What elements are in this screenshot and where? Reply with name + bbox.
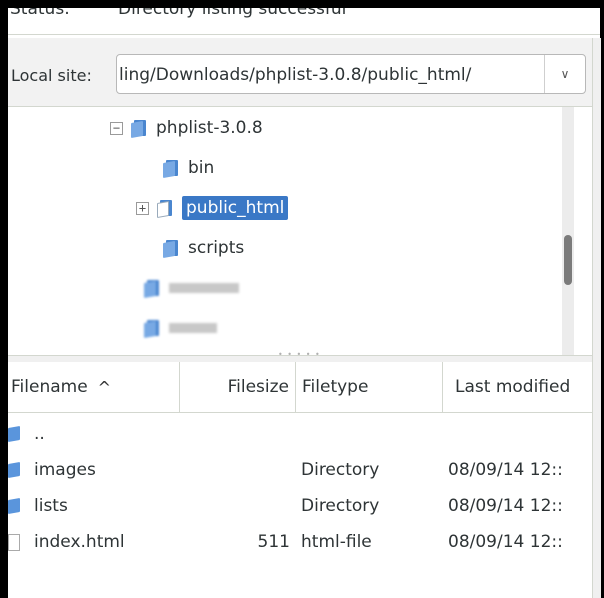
file-icon (8, 533, 20, 551)
message-log: Status: Directory listing successful • •… (8, 8, 600, 35)
tree-item-redacted[interactable] (144, 273, 239, 303)
tree-scrollbar[interactable] (562, 107, 574, 355)
folder-icon (163, 239, 178, 259)
filename-cell: .. (8, 416, 180, 452)
redacted-label (169, 323, 217, 333)
column-label: Filesize (227, 377, 289, 397)
filename-text: .. (34, 424, 45, 444)
folder-icon (8, 461, 20, 479)
status-text: Directory listing successful (118, 8, 347, 19)
modified-cell: 08/09/14 12:: (448, 496, 563, 516)
table-row[interactable]: lists Directory 08/09/14 12:: (8, 488, 592, 524)
folder-open-icon (157, 199, 172, 219)
status-label: Status: (10, 8, 70, 19)
folder-icon (8, 497, 20, 515)
column-header-filetype[interactable]: Filetype (296, 362, 443, 412)
table-row[interactable]: index.html 511 html-file 08/09/14 12:: (8, 524, 592, 560)
file-list-header: Filename ^ Filesize Filetype Last modifi… (8, 362, 592, 413)
modified-cell: 08/09/14 12:: (448, 532, 563, 552)
collapse-icon[interactable]: − (110, 121, 123, 135)
pane-divider[interactable] (592, 38, 601, 598)
local-site-bar: Local site: ling/Downloads/phplist-3.0.8… (8, 38, 592, 107)
tree-item-scripts[interactable]: scripts (163, 233, 244, 263)
table-row[interactable]: images Directory 08/09/14 12:: (8, 452, 592, 488)
local-path-input[interactable]: ling/Downloads/phplist-3.0.8/public_html… (119, 65, 539, 85)
filesize-cell (180, 452, 290, 488)
tree-item-phplist[interactable]: − phplist-3.0.8 (110, 113, 263, 143)
resize-grip[interactable]: • • • • • (278, 350, 321, 359)
local-site-label: Local site: (11, 66, 92, 85)
filesize-cell (180, 488, 290, 524)
tree-item-label: scripts (188, 238, 245, 258)
filename-cell: images (8, 452, 180, 488)
filename-text: images (34, 460, 96, 480)
sort-up-icon: ^ (97, 377, 112, 397)
table-row[interactable]: .. (8, 416, 592, 452)
filetype-cell: Directory (301, 496, 380, 516)
column-header-filesize[interactable]: Filesize (180, 362, 296, 412)
tree-item-label-selected: public_html (182, 196, 289, 220)
column-label: Filetype (302, 377, 369, 397)
folder-icon (131, 119, 146, 139)
window-frame-top (0, 0, 604, 8)
folder-icon (163, 159, 178, 179)
resize-grip[interactable]: • • • • • (568, 34, 600, 35)
folder-icon (144, 279, 159, 299)
folder-icon (144, 319, 159, 339)
filetype-cell: html-file (301, 532, 372, 552)
chevron-down-icon[interactable]: ∨ (544, 55, 585, 93)
tree-item-label: bin (188, 158, 215, 178)
column-header-last-modified[interactable]: Last modified (443, 362, 592, 412)
tree-item-redacted[interactable] (144, 313, 217, 343)
filename-cell: index.html (8, 524, 180, 560)
column-header-filename[interactable]: Filename ^ (8, 362, 180, 412)
column-label: Last modified (455, 377, 571, 397)
folder-icon (8, 425, 20, 443)
window-frame-left (0, 0, 8, 598)
tree-item-public-html[interactable]: + public_html (136, 193, 289, 223)
expand-icon[interactable]: + (136, 201, 149, 215)
filename-text: index.html (34, 532, 125, 552)
filename-text: lists (34, 496, 68, 516)
filetype-cell: Directory (301, 460, 380, 480)
redacted-label (169, 283, 239, 293)
local-directory-tree: − phplist-3.0.8 bin + public_html script… (8, 107, 592, 355)
filesize-cell: 511 (257, 532, 290, 552)
tree-item-label: phplist-3.0.8 (156, 118, 263, 138)
column-label: Filename (11, 377, 88, 397)
modified-cell: 08/09/14 12:: (448, 460, 563, 480)
filename-cell: lists (8, 488, 180, 524)
local-path-combobox[interactable]: ling/Downloads/phplist-3.0.8/public_html… (116, 54, 586, 94)
scrollbar-thumb[interactable] (564, 235, 572, 285)
tree-item-bin[interactable]: bin (163, 153, 214, 183)
